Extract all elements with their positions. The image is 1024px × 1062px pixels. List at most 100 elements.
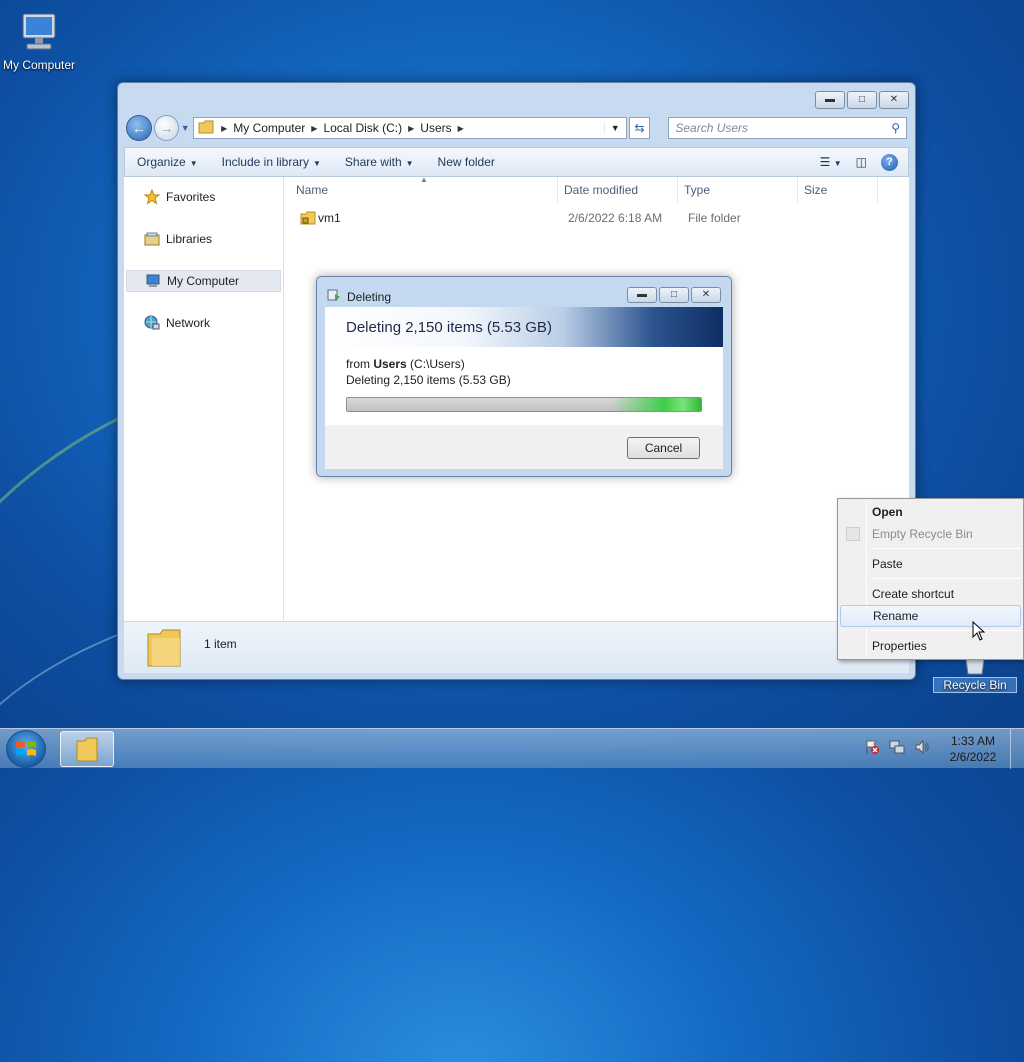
dialog-title: Deleting <box>347 289 392 304</box>
taskbar-explorer-button[interactable] <box>60 731 114 767</box>
close-button[interactable]: ✕ <box>879 91 909 109</box>
column-header-size[interactable]: Size <box>798 177 878 203</box>
navigation-pane: Favorites Libraries My Computer Network <box>124 177 284 621</box>
dialog-heading: Deleting 2,150 items (5.53 GB) <box>325 307 723 347</box>
taskbar-clock[interactable]: 1:33 AM 2/6/2022 <box>942 733 1004 765</box>
chevron-down-icon: ▼ <box>313 159 321 168</box>
folder-icon <box>76 737 98 762</box>
cancel-button[interactable]: Cancel <box>627 437 700 459</box>
menu-item-create-shortcut[interactable]: Create shortcut <box>840 583 1021 605</box>
breadcrumb-separator[interactable]: ▶ <box>455 124 467 133</box>
desktop-icon-my-computer[interactable]: My Computer <box>0 8 81 72</box>
column-header-label: Type <box>684 183 711 197</box>
breadcrumb-separator[interactable]: ▶ <box>218 124 230 133</box>
search-input[interactable]: Search Users ⚲ <box>668 117 907 139</box>
include-in-library-label: Include in library <box>221 155 309 169</box>
start-button[interactable] <box>6 730 46 768</box>
show-desktop-button[interactable] <box>1010 729 1024 769</box>
dialog-window-controls: ▬ □ ✕ <box>627 287 721 303</box>
include-in-library-button[interactable]: Include in library ▼ <box>210 155 333 169</box>
breadcrumb-users[interactable]: Users <box>417 121 454 135</box>
breadcrumb-separator[interactable]: ▶ <box>308 124 320 133</box>
volume-icon[interactable] <box>914 739 930 758</box>
details-pane: 1 item <box>124 621 909 673</box>
menu-item-rename[interactable]: Rename <box>840 605 1021 627</box>
menu-item-open[interactable]: Open <box>840 501 1021 523</box>
minimize-button[interactable]: ▬ <box>815 91 845 109</box>
system-tray <box>864 739 930 758</box>
maximize-button[interactable]: □ <box>847 91 877 109</box>
organize-button[interactable]: Organize ▼ <box>125 155 210 169</box>
source-folder-path: (C:\Users) <box>410 357 465 371</box>
organize-label: Organize <box>137 155 186 169</box>
arrow-left-icon: ← <box>131 120 146 136</box>
recent-pages-dropdown[interactable]: ▼ <box>179 123 191 133</box>
from-label: from <box>346 357 370 371</box>
action-center-flag-icon[interactable] <box>864 739 880 758</box>
address-history-dropdown[interactable]: ▼ <box>603 123 626 133</box>
library-icon <box>144 231 160 247</box>
file-name: vm1 <box>318 211 341 225</box>
dialog-title-bar: Deleting <box>327 288 391 305</box>
column-header-label: Date modified <box>564 183 639 197</box>
column-header-label: Name <box>296 183 329 197</box>
view-options-button[interactable]: ☰ ▼ <box>820 155 842 169</box>
column-header-name[interactable]: Name <box>290 177 558 203</box>
dialog-body: from Users (C:\Users) Deleting 2,150 ite… <box>325 347 723 425</box>
network-icon <box>144 315 160 331</box>
address-row: ← → ▼ ▶ My Computer ▶ Local Disk (C:) ▶ … <box>126 113 907 143</box>
preview-pane-button[interactable]: ◫ <box>856 155 867 169</box>
computer-icon <box>15 8 63 56</box>
column-header-date-modified[interactable]: Date modified <box>558 177 678 203</box>
breadcrumb-local-disk[interactable]: Local Disk (C:) <box>320 121 405 135</box>
file-date-modified: 2/6/2022 6:18 AM <box>568 211 663 225</box>
forward-button[interactable]: → <box>153 115 180 141</box>
column-header-type[interactable]: Type <box>678 177 798 203</box>
minimize-button[interactable]: ▬ <box>627 287 657 303</box>
help-icon: ? <box>886 156 893 168</box>
maximize-icon: □ <box>858 94 866 105</box>
progress-fill <box>347 398 701 411</box>
address-bar[interactable]: ▶ My Computer ▶ Local Disk (C:) ▶ Users … <box>193 117 627 139</box>
minimize-icon: ▬ <box>637 289 647 300</box>
search-placeholder: Search Users <box>675 121 749 135</box>
breadcrumb-separator[interactable]: ▶ <box>405 124 417 133</box>
breadcrumb-my-computer[interactable]: My Computer <box>230 121 308 135</box>
progress-bar <box>346 397 702 412</box>
nav-item-network[interactable]: Network <box>126 312 281 334</box>
maximize-button[interactable]: □ <box>659 287 689 303</box>
menu-item-paste[interactable]: Paste <box>840 553 1021 575</box>
back-button[interactable]: ← <box>126 115 152 141</box>
network-tray-icon[interactable] <box>889 739 905 758</box>
view-list-icon: ☰ <box>819 155 831 169</box>
recycle-bin-context-menu: Open Empty Recycle Bin Paste Create shor… <box>837 498 1024 660</box>
new-folder-button[interactable]: New folder <box>426 155 507 169</box>
menu-item-properties[interactable]: Properties <box>840 635 1021 657</box>
refresh-button[interactable]: ⇆ <box>628 117 651 139</box>
share-with-button[interactable]: Share with ▼ <box>333 155 426 169</box>
help-button[interactable]: ? <box>881 153 898 171</box>
close-icon: ✕ <box>889 94 899 105</box>
nav-item-label: My Computer <box>167 274 240 288</box>
search-icon[interactable]: ⚲ <box>891 121 900 135</box>
file-row[interactable]: vm1 2/6/2022 6:18 AM File folder <box>296 207 909 229</box>
close-button[interactable]: ✕ <box>691 287 721 303</box>
mouse-cursor-icon <box>972 620 986 644</box>
menu-item-empty-recycle-bin[interactable]: Empty Recycle Bin <box>840 523 1021 545</box>
nav-item-favorites[interactable]: Favorites <box>126 186 281 208</box>
computer-icon <box>145 273 161 289</box>
empty-recycle-bin-icon <box>846 527 860 541</box>
recycle-icon <box>327 288 341 305</box>
chevron-down-icon: ▼ <box>833 159 842 168</box>
chevron-down-icon: ▼ <box>405 159 414 168</box>
nav-item-my-computer[interactable]: My Computer <box>126 270 281 292</box>
clock-time: 1:33 AM <box>950 734 996 748</box>
menu-separator <box>870 630 1021 631</box>
source-folder-name[interactable]: Users <box>373 357 406 371</box>
taskbar: 1:33 AM 2/6/2022 <box>0 728 1024 769</box>
new-folder-label: New folder <box>437 155 495 169</box>
chevron-down-icon: ▼ <box>189 159 198 168</box>
nav-item-libraries[interactable]: Libraries <box>126 228 281 250</box>
close-icon: ✕ <box>701 289 711 300</box>
nav-item-label: Network <box>166 316 211 330</box>
